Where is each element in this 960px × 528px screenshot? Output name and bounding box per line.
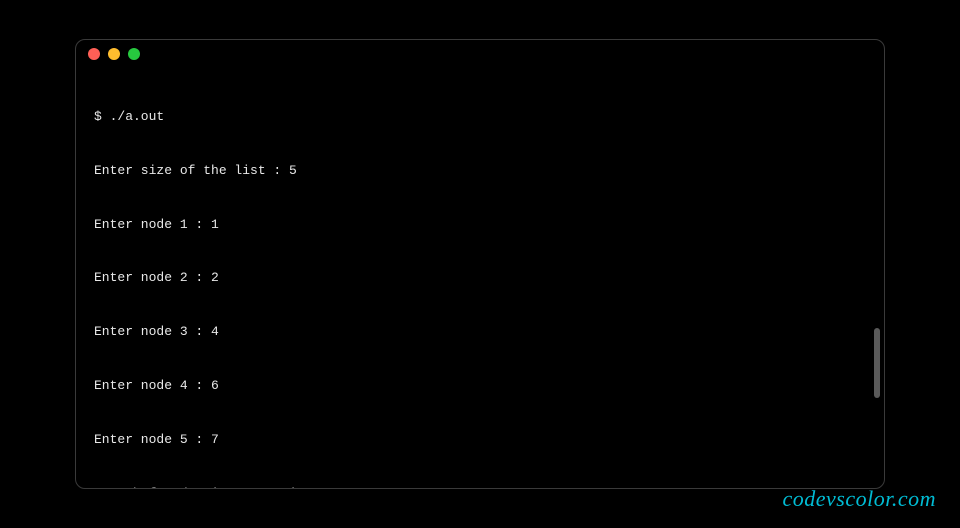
terminal-line: Enter size of the list : 5 [94,162,866,180]
scrollbar-thumb[interactable] [874,328,880,398]
terminal-line: Enter node 5 : 7 [94,431,866,449]
minimize-icon[interactable] [108,48,120,60]
terminal-body[interactable]: $ ./a.out Enter size of the list : 5 Ent… [76,68,884,488]
terminal-line: $ ./a.out [94,108,866,126]
window-titlebar [76,40,884,68]
terminal-window: $ ./a.out Enter size of the list : 5 Ent… [75,39,885,489]
terminal-line: Enter node 3 : 4 [94,323,866,341]
maximize-icon[interactable] [128,48,140,60]
terminal-line: Enter node 1 : 1 [94,216,866,234]
terminal-line: Enter node 2 : 2 [94,269,866,287]
close-icon[interactable] [88,48,100,60]
watermark-text: codevscolor.com [782,486,936,512]
terminal-line: Length found using recursion : 5 [94,485,866,488]
terminal-line: Enter node 4 : 6 [94,377,866,395]
